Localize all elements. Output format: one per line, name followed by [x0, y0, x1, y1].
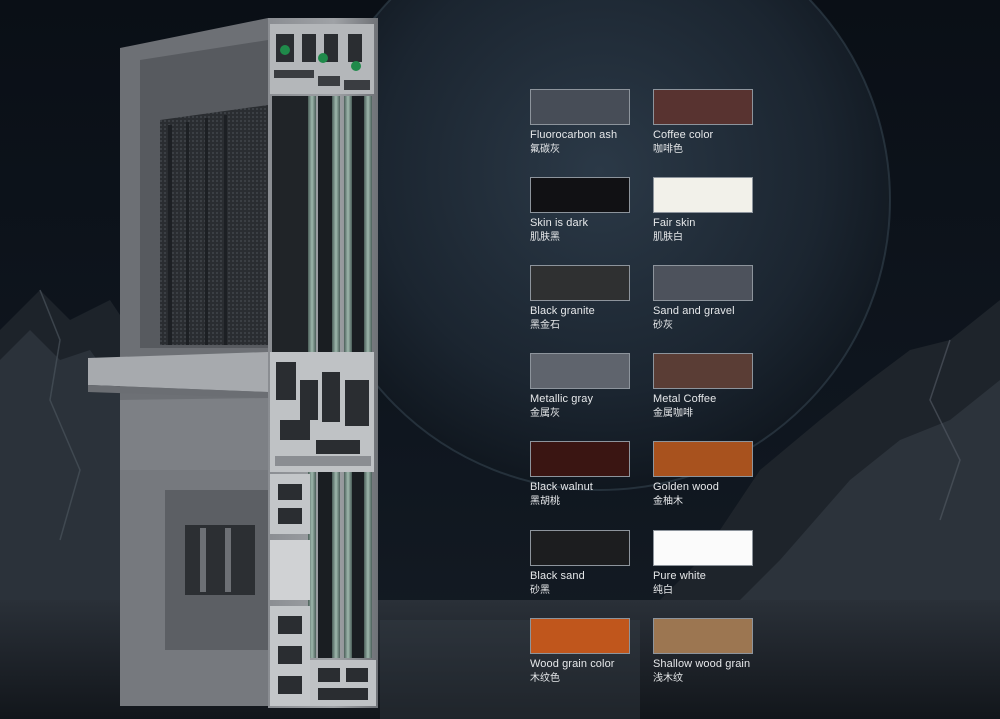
- swatch-metal-coffee: Metal Coffee 金属咖啡: [653, 353, 755, 420]
- swatch-label-en: Black walnut: [530, 481, 593, 493]
- swatch-label-zh: 砂灰: [653, 320, 673, 331]
- swatch-golden-wood: Golden wood 金柚木: [653, 441, 755, 508]
- swatch-label-en: Skin is dark: [530, 217, 589, 229]
- swatch-chip: [653, 353, 753, 389]
- swatch-label-zh: 氟碳灰: [530, 144, 560, 155]
- swatch-label-en: Golden wood: [653, 481, 719, 493]
- swatch-label-zh: 肌肤黑: [530, 232, 560, 243]
- swatch-black-granite: Black granite 黑金石: [530, 265, 632, 332]
- swatch-chip: [653, 265, 753, 301]
- swatch-label-en: Black sand: [530, 570, 585, 582]
- swatch-metallic-gray: Metallic gray 金属灰: [530, 353, 632, 420]
- swatch-label-zh: 纯白: [653, 585, 673, 596]
- swatch-label-en: Fluorocarbon ash: [530, 129, 618, 141]
- swatch-fluorocarbon-ash: Fluorocarbon ash 氟碳灰: [530, 89, 632, 156]
- color-swatch-grid: Fluorocarbon ash 氟碳灰 Coffee color 咖啡色 Sk…: [0, 0, 1000, 719]
- swatch-pure-white: Pure white 纯白: [653, 530, 755, 597]
- swatch-label-en: Sand and gravel: [653, 305, 735, 317]
- swatch-label-en: Shallow wood grain: [653, 658, 751, 670]
- swatch-chip: [530, 177, 630, 213]
- swatch-label-en: Coffee color: [653, 129, 714, 141]
- swatch-chip: [530, 265, 630, 301]
- swatch-label-en: Metal Coffee: [653, 393, 717, 405]
- swatch-sand-and-gravel: Sand and gravel 砂灰: [653, 265, 755, 332]
- swatch-coffee-color: Coffee color 咖啡色: [653, 89, 755, 156]
- swatch-label-en: Fair skin: [653, 217, 696, 229]
- swatch-wood-grain-color: Wood grain color 木纹色: [530, 618, 632, 685]
- swatch-label-zh: 金柚木: [653, 496, 683, 507]
- swatch-label-zh: 黑胡桃: [530, 496, 560, 507]
- swatch-label-en: Black granite: [530, 305, 595, 317]
- swatch-label-zh: 黑金石: [530, 320, 560, 331]
- swatch-chip: [653, 618, 753, 654]
- swatch-label-zh: 咖啡色: [653, 144, 683, 155]
- swatch-shallow-wood-grain: Shallow wood grain 浅木纹: [653, 618, 755, 685]
- swatch-chip: [653, 177, 753, 213]
- swatch-chip: [530, 618, 630, 654]
- swatch-chip: [653, 441, 753, 477]
- swatch-black-sand: Black sand 砂黑: [530, 530, 632, 597]
- swatch-label-zh: 浅木纹: [653, 673, 683, 684]
- swatch-label-en: Pure white: [653, 570, 706, 582]
- swatch-label-zh: 金属咖啡: [653, 408, 693, 419]
- swatch-fair-skin: Fair skin 肌肤白: [653, 177, 755, 244]
- swatch-skin-is-dark: Skin is dark 肌肤黑: [530, 177, 632, 244]
- swatch-chip: [653, 530, 753, 566]
- swatch-label-zh: 木纹色: [530, 673, 560, 684]
- swatch-label-en: Metallic gray: [530, 393, 594, 405]
- swatch-chip: [530, 441, 630, 477]
- swatch-label-zh: 金属灰: [530, 408, 560, 419]
- swatch-label-zh: 砂黑: [530, 585, 550, 596]
- swatch-chip: [530, 530, 630, 566]
- swatch-chip: [653, 89, 753, 125]
- swatch-black-walnut: Black walnut 黑胡桃: [530, 441, 632, 508]
- swatch-chip: [530, 89, 630, 125]
- swatch-label-zh: 肌肤白: [653, 232, 683, 243]
- swatch-label-en: Wood grain color: [530, 658, 615, 670]
- swatch-chip: [530, 353, 630, 389]
